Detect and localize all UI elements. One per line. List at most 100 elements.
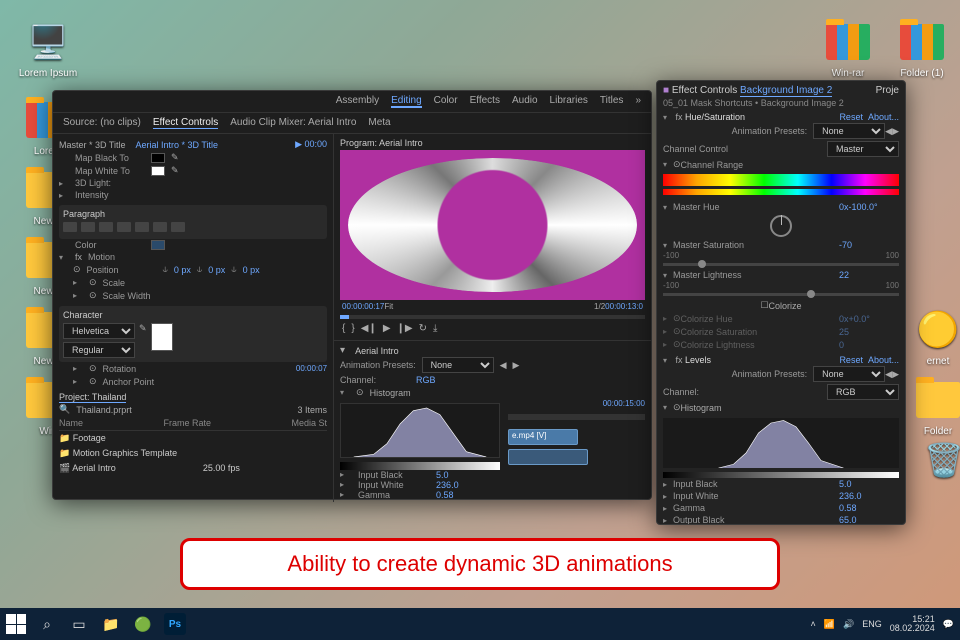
fx-name[interactable]: Levels — [685, 355, 711, 365]
align-center-icon[interactable] — [81, 222, 95, 232]
time-ruler[interactable] — [508, 414, 645, 420]
next-icon[interactable]: ▶ — [513, 360, 520, 371]
anim-presets-select[interactable]: None — [813, 366, 885, 382]
master-hue-value[interactable]: 0x-100.0° — [839, 202, 899, 212]
in-black-label[interactable]: Input Black — [673, 479, 839, 489]
color-swatch-white[interactable] — [151, 166, 165, 176]
start-button[interactable] — [6, 614, 26, 634]
pos-y[interactable]: 0 px — [208, 265, 225, 275]
timeline-clip[interactable]: e.mp4 [V] — [508, 429, 578, 445]
search-icon[interactable]: ⌕ — [36, 613, 58, 635]
out-black-label[interactable]: Output Black — [673, 515, 839, 525]
scale-label[interactable]: Scale — [103, 278, 173, 288]
timeline-name[interactable]: Aerial Intro — [355, 346, 399, 356]
reset-link[interactable]: Reset — [839, 112, 863, 122]
font-style-select[interactable]: Regular — [63, 342, 135, 358]
anim-presets-select[interactable]: None — [813, 123, 885, 139]
align-bottom-icon[interactable] — [171, 222, 185, 232]
eyedropper-icon[interactable]: ✎ — [171, 152, 179, 163]
fit-select[interactable]: Fit — [384, 302, 393, 311]
project-row[interactable]: 🎬 Aerial Intro25.00 fps — [59, 461, 327, 476]
tab-metadata[interactable]: Meta — [368, 117, 390, 129]
project-row[interactable]: 📁 Motion Graphics Template — [59, 446, 327, 461]
rotation-label[interactable]: Rotation — [103, 364, 173, 374]
prev-icon[interactable]: ◀ — [885, 126, 892, 137]
font-select[interactable]: Helvetica — [63, 323, 135, 339]
timeline-clip[interactable] — [508, 449, 588, 465]
intensity-label[interactable]: Intensity — [75, 190, 145, 200]
mark-in-icon[interactable]: { — [342, 323, 345, 334]
align-top-icon[interactable] — [135, 222, 149, 232]
motion-label[interactable]: Motion — [88, 252, 158, 262]
next-icon[interactable]: ▶ — [892, 126, 899, 137]
chevron-down-icon[interactable]: ▾ — [340, 345, 345, 356]
desktop-icon-trash[interactable]: 🗑️ — [914, 436, 960, 486]
histogram-label[interactable]: Histogram — [370, 388, 411, 398]
loop-icon[interactable]: ↻ — [419, 323, 427, 334]
step-fwd-icon[interactable]: ❙▶ — [397, 323, 413, 334]
color-swatch-black[interactable] — [151, 153, 165, 163]
gamma-label[interactable]: Gamma — [358, 490, 428, 500]
desktop-icon-winrar[interactable]: Win-rar — [818, 18, 878, 79]
col-media[interactable]: Media St — [292, 418, 328, 428]
tab-source[interactable]: Source: (no clips) — [63, 117, 141, 129]
monitor-viewport[interactable] — [340, 150, 645, 300]
search-icon[interactable]: 🔍 — [59, 404, 70, 415]
colorize-checkbox[interactable]: ☐ — [760, 300, 768, 311]
col-name[interactable]: Name — [59, 418, 83, 428]
tab-color[interactable]: Color — [434, 95, 458, 108]
desktop-icon-folder-1[interactable]: Folder (1) — [892, 18, 952, 79]
clip-active-label[interactable]: Aerial Intro * 3D Title — [136, 140, 219, 150]
master-light-value[interactable]: 22 — [839, 270, 899, 280]
chrome-icon[interactable]: 🟢 — [132, 613, 154, 635]
tray-chevron-icon[interactable]: ˄ — [811, 619, 816, 629]
in-black-label[interactable]: Input Black — [358, 470, 428, 480]
mark-out-icon[interactable]: } — [351, 323, 354, 334]
anim-presets-select[interactable]: None — [422, 357, 494, 373]
in-black-value[interactable]: 5.0 — [436, 470, 449, 480]
next-icon[interactable]: ▶ — [892, 369, 899, 380]
align-justify-icon[interactable] — [117, 222, 131, 232]
light-slider[interactable] — [663, 293, 899, 296]
play-icon[interactable]: ▶ — [383, 323, 391, 334]
prev-icon[interactable]: ◀ — [500, 360, 507, 371]
pos-z[interactable]: 0 px — [243, 265, 260, 275]
volume-icon[interactable]: 🔊 — [843, 619, 854, 630]
clock[interactable]: 15:2108.02.2024 — [890, 615, 935, 633]
in-white-label[interactable]: Input White — [673, 491, 839, 501]
in-white-value[interactable]: 236.0 — [839, 491, 899, 501]
align-right-icon[interactable] — [99, 222, 113, 232]
about-link[interactable]: About... — [868, 112, 899, 122]
hue-range-bar[interactable] — [663, 174, 899, 186]
sat-slider[interactable] — [663, 263, 899, 266]
desktop-icon-chrome[interactable]: 🟡ernet — [908, 306, 960, 367]
export-icon[interactable]: ⤓ — [433, 323, 437, 334]
in-white-label[interactable]: Input White — [358, 480, 428, 490]
task-view-icon[interactable]: ▭ — [68, 613, 90, 635]
eyedropper-icon[interactable]: ✎ — [139, 323, 147, 358]
gamma-value[interactable]: 0.58 — [839, 503, 899, 513]
fx-name[interactable]: Hue/Saturation — [685, 112, 745, 122]
language-indicator[interactable]: ENG — [862, 619, 882, 629]
project-tab[interactable]: Project: Thailand — [59, 392, 126, 403]
tab-assembly[interactable]: Assembly — [336, 95, 379, 108]
tab-libraries[interactable]: Libraries — [550, 95, 588, 108]
master-hue-label[interactable]: Master Hue — [673, 202, 839, 212]
overflow-icon[interactable]: » — [635, 95, 641, 108]
color-swatch[interactable] — [151, 240, 165, 250]
out-black-value[interactable]: 65.0 — [839, 515, 899, 525]
desktop-icon-folder[interactable]: Folder — [908, 376, 960, 437]
anchor-label[interactable]: Anchor Point — [103, 377, 173, 387]
gamma-value[interactable]: 0.58 — [436, 490, 454, 500]
light-label[interactable]: 3D Light: — [75, 178, 145, 188]
tab-effects[interactable]: Effects — [470, 95, 500, 108]
tc-left[interactable]: 00:00:00:17 — [342, 302, 384, 311]
clip-master-label[interactable]: Master * 3D Title — [59, 140, 126, 150]
align-middle-icon[interactable] — [153, 222, 167, 232]
col-framerate[interactable]: Frame Rate — [164, 418, 212, 428]
histogram-label[interactable]: Histogram — [681, 403, 722, 413]
tab-titles[interactable]: Titles — [600, 95, 624, 108]
ratio-select[interactable]: 1/2 — [594, 302, 605, 311]
file-explorer-icon[interactable]: 📁 — [100, 613, 122, 635]
hue-dial[interactable] — [770, 215, 792, 237]
